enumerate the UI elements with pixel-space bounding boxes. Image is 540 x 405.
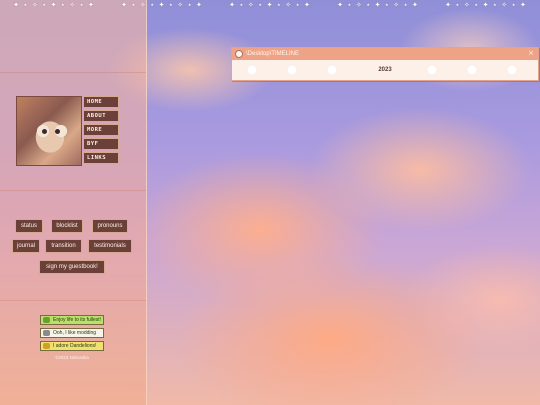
badge-enjoy-life[interactable]: Enjoy life to its fullest! bbox=[40, 315, 104, 325]
badge-modding[interactable]: Ooh, I like modding bbox=[40, 328, 104, 338]
flower-icon bbox=[43, 343, 50, 349]
leaf-icon bbox=[43, 317, 50, 323]
top-star-strip: ✦ ⋆ ✧ ⋆ ✦ ⋆ ✧ ⋆ ✦ ✦ ⋆ ✧ ⋆ ✦ ⋆ ✧ ⋆ ✦ ✦ ⋆ … bbox=[0, 0, 540, 10]
journal-link[interactable]: journal bbox=[12, 239, 40, 253]
status-link[interactable]: status bbox=[15, 219, 43, 233]
eye-icon bbox=[55, 129, 60, 134]
close-icon[interactable]: × bbox=[528, 49, 534, 57]
eye-icon bbox=[42, 129, 47, 134]
badge-text: Ooh, I like modding bbox=[53, 330, 97, 336]
profile-picture bbox=[16, 96, 82, 166]
nav-links[interactable]: LINKS bbox=[83, 152, 119, 164]
guestbook-link[interactable]: sign my guestbook! bbox=[39, 260, 105, 274]
sidebar: HOME ABOUT MORE BYF LINKS status blockli… bbox=[0, 0, 147, 405]
wrench-icon bbox=[43, 330, 50, 336]
nav-about[interactable]: ABOUT bbox=[83, 110, 119, 122]
main-nav: HOME ABOUT MORE BYF LINKS bbox=[83, 96, 119, 164]
transition-link[interactable]: transition bbox=[45, 239, 82, 253]
badge-text: Enjoy life to its fullest! bbox=[53, 317, 102, 323]
window-titlebar[interactable]: \Desktop\TIMELINE × bbox=[232, 48, 538, 60]
blocklist-link[interactable]: blocklist bbox=[51, 219, 83, 233]
divider bbox=[0, 190, 146, 191]
nav-byf[interactable]: BYF bbox=[83, 138, 119, 150]
divider bbox=[0, 300, 146, 301]
pronouns-link[interactable]: pronouns bbox=[92, 219, 128, 233]
window-title: \Desktop\TIMELINE bbox=[246, 51, 300, 57]
star-glyphs: ✦ ⋆ ✧ ⋆ ✦ ⋆ ✧ ⋆ ✦ bbox=[229, 1, 311, 9]
star-glyphs: ✦ ⋆ ✧ ⋆ ✦ ⋆ ✧ ⋆ ✦ bbox=[337, 1, 419, 9]
copyright-text: ©2023 Nebraska bbox=[55, 355, 89, 360]
nav-more[interactable]: MORE bbox=[83, 124, 119, 136]
divider bbox=[0, 72, 146, 73]
timeline-window: \Desktop\TIMELINE × 2023 bbox=[231, 47, 539, 81]
timeline-body: 2023 bbox=[232, 60, 538, 80]
badge-text: I adore Dandelions! bbox=[53, 343, 97, 349]
star-glyphs: ✦ ⋆ ✧ ⋆ ✦ ⋆ ✧ ⋆ ✦ bbox=[121, 1, 203, 9]
window-app-icon bbox=[235, 50, 243, 58]
nav-home[interactable]: HOME bbox=[83, 96, 119, 108]
star-glyphs: ✦ ⋆ ✧ ⋆ ✦ ⋆ ✧ ⋆ ✦ bbox=[445, 1, 527, 9]
badge-dandelions[interactable]: I adore Dandelions! bbox=[40, 341, 104, 351]
testimonials-link[interactable]: testimonials bbox=[88, 239, 132, 253]
star-glyphs: ✦ ⋆ ✧ ⋆ ✦ ⋆ ✧ ⋆ ✦ bbox=[13, 1, 95, 9]
timeline-year[interactable]: 2023 bbox=[378, 67, 391, 73]
